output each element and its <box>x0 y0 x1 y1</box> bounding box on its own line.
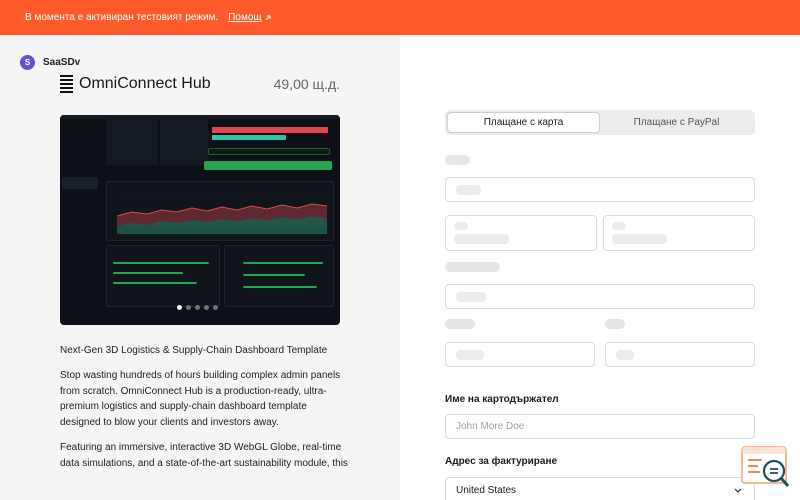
skeleton-label <box>445 155 470 165</box>
skeleton-label <box>445 319 475 329</box>
carousel-dot[interactable] <box>177 305 182 310</box>
preview-breakdown-panel <box>106 245 220 307</box>
carousel-dots <box>177 305 218 310</box>
brand-avatar: S <box>20 55 35 70</box>
help-link[interactable]: Помощ <box>228 12 271 23</box>
brand-name: SaaSDv <box>43 57 81 68</box>
preview-area-chart <box>106 181 334 241</box>
carousel-dot[interactable] <box>213 305 218 310</box>
product-name: OmniConnect Hub <box>79 75 211 92</box>
carousel-dot[interactable] <box>186 305 191 310</box>
inspector-search-icon <box>741 446 790 487</box>
preview-green-button <box>204 161 332 170</box>
product-image-carousel[interactable] <box>60 115 340 325</box>
preview-status-pill <box>208 148 330 155</box>
product-row: OmniConnect Hub 49,00 щ.д. <box>60 75 340 93</box>
billing-address-label: Адрес за фактуриране <box>445 456 558 467</box>
help-link-label: Помощ <box>228 12 262 23</box>
product-description-continued: Featuring an immersive, interactive 3D W… <box>60 442 348 469</box>
preview-sustainability-panel <box>224 245 334 307</box>
skeleton-label <box>445 262 500 272</box>
payment-method-tabs: Плащане с карта Плащане с PayPal <box>445 110 755 135</box>
product-description: Stop wasting hundreds of hours building … <box>60 370 341 428</box>
preview-stat-card <box>106 117 158 165</box>
tab-paypal-payment[interactable]: Плащане с PayPal <box>600 112 753 133</box>
external-link-icon <box>265 15 271 20</box>
product-price: 49,00 щ.д. <box>273 76 340 92</box>
preview-stat-card <box>160 117 208 165</box>
carousel-dot[interactable] <box>195 305 200 310</box>
carousel-dot[interactable] <box>204 305 209 310</box>
product-title: OmniConnect Hub <box>60 75 211 93</box>
cardholder-label: Име на картодържател <box>445 394 559 405</box>
product-logo-icon <box>60 75 73 93</box>
skeleton-field <box>605 342 755 367</box>
test-mode-banner: В момента е активиран тестовият режим. П… <box>0 0 800 35</box>
tab-card-payment[interactable]: Плащане с карта <box>447 112 600 133</box>
test-mode-text: В момента е активиран тестовият режим. <box>25 12 219 23</box>
country-select[interactable]: United States <box>445 477 755 500</box>
skeleton-field <box>445 215 597 251</box>
preview-teal-bar <box>212 135 286 140</box>
skeleton-field <box>445 177 755 202</box>
skeleton-field <box>603 215 755 251</box>
floating-inspector-button[interactable] <box>740 445 792 490</box>
preview-red-bar <box>212 127 328 133</box>
product-subtitle: Next-Gen 3D Logistics & Supply-Chain Das… <box>60 345 328 356</box>
brand[interactable]: S SaaSDv <box>20 55 80 70</box>
skeleton-field <box>445 342 595 367</box>
cardholder-name-input[interactable] <box>445 414 755 439</box>
preview-chart-graphic <box>116 197 329 235</box>
skeleton-label <box>605 319 625 329</box>
preview-profile <box>62 177 98 189</box>
skeleton-field <box>445 284 755 309</box>
country-value: United States <box>456 485 517 496</box>
